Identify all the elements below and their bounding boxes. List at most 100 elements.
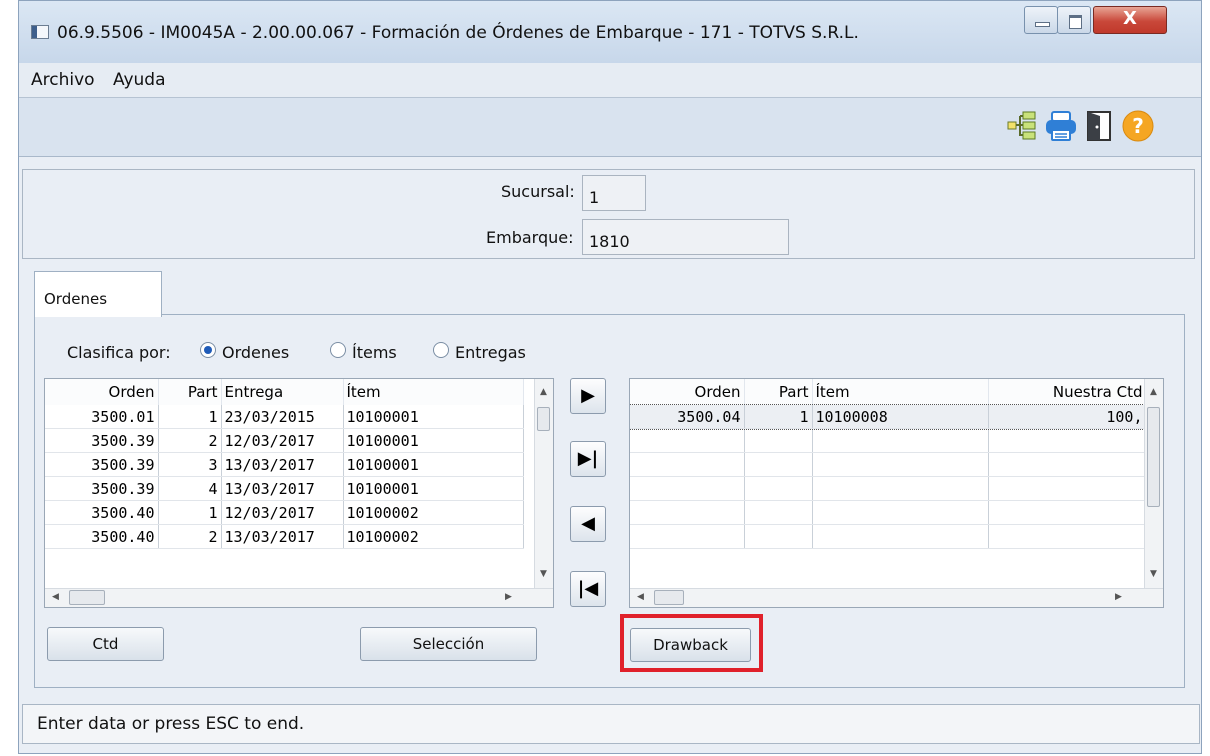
close-icon: X xyxy=(1123,8,1137,29)
scroll-down-icon[interactable]: ▼ xyxy=(540,569,547,579)
cell-part: 1 xyxy=(158,405,222,429)
scroll-left-icon[interactable]: ◀ xyxy=(52,592,59,602)
table-row[interactable]: 3500.39 2 12/03/2017 10100001 xyxy=(45,428,524,453)
cell-item: 10100008 xyxy=(812,405,989,429)
table-row[interactable]: 3500.39 3 13/03/2017 10100001 xyxy=(45,452,524,477)
tree-structure-icon[interactable] xyxy=(1005,109,1039,143)
col-item[interactable]: Ítem xyxy=(812,379,989,405)
scroll-up-icon[interactable]: ▲ xyxy=(1150,387,1157,397)
menu-archivo[interactable]: Archivo xyxy=(31,70,95,90)
scroll-thumb[interactable] xyxy=(69,590,105,605)
col-entrega[interactable]: Entrega xyxy=(221,379,344,405)
table-row[interactable] xyxy=(630,452,1147,477)
tab-ordenes[interactable]: Ordenes xyxy=(34,271,162,317)
table-row[interactable]: 3500.40 2 13/03/2017 10100002 xyxy=(45,524,524,549)
selected-header-row: Orden Part Ítem Nuestra Ctd xyxy=(630,379,1147,405)
title-bar: 06.9.5506 - IM0045A - 2.00.00.067 - Form… xyxy=(19,1,1201,63)
cell-item: 10100001 xyxy=(343,476,524,501)
orders-table: Orden Part Entrega Ítem 3500.01 1 23/03/20… xyxy=(45,379,524,549)
cell-part: 2 xyxy=(158,524,222,549)
col-orden[interactable]: Orden xyxy=(45,379,159,405)
radio-entregas-label[interactable]: Entregas xyxy=(455,343,526,362)
table-row[interactable] xyxy=(630,500,1147,525)
table-row[interactable] xyxy=(630,476,1147,501)
cell-entrega: 12/03/2017 xyxy=(221,500,344,525)
orders-grid[interactable]: Orden Part Entrega Ítem 3500.01 1 23/03/20… xyxy=(44,378,554,608)
embarque-field[interactable]: 1810 xyxy=(582,219,789,255)
menu-bar: Archivo Ayuda xyxy=(19,63,1201,98)
help-icon[interactable]: ? xyxy=(1121,109,1155,143)
cell-part: 2 xyxy=(158,428,222,453)
cell-orden: 3500.04 xyxy=(630,405,745,429)
radio-items-label[interactable]: Ítems xyxy=(352,343,397,362)
move-all-left-button[interactable]: |◀ xyxy=(570,571,606,607)
cell-orden: 3500.39 xyxy=(45,428,159,453)
scroll-left-icon[interactable]: ◀ xyxy=(637,592,644,602)
cell-orden: 3500.39 xyxy=(45,476,159,501)
cell-orden: 3500.40 xyxy=(45,500,159,525)
col-orden[interactable]: Orden xyxy=(630,379,745,405)
maximize-icon xyxy=(1069,15,1082,29)
close-button[interactable]: X xyxy=(1093,6,1167,34)
status-bar: Enter data or press ESC to end. xyxy=(22,704,1200,744)
selected-table: Orden Part Ítem Nuestra Ctd 3500.04 1 1010… xyxy=(630,379,1147,549)
cell-nuestra-ctd: 100, xyxy=(988,405,1147,429)
scroll-thumb[interactable] xyxy=(1147,407,1160,507)
radio-ordenes-label[interactable]: Ordenes xyxy=(222,343,289,362)
menu-ayuda[interactable]: Ayuda xyxy=(113,70,166,90)
minimize-button[interactable] xyxy=(1024,6,1058,34)
scroll-right-icon[interactable]: ▶ xyxy=(1115,592,1122,602)
embarque-label: Embarque: xyxy=(486,228,574,247)
seleccion-button[interactable]: Selección xyxy=(360,627,537,661)
selected-grid[interactable]: Orden Part Ítem Nuestra Ctd 3500.04 1 1010… xyxy=(629,378,1164,608)
scroll-thumb[interactable] xyxy=(537,407,550,431)
cell-entrega: 13/03/2017 xyxy=(221,452,344,477)
col-item[interactable]: Ítem xyxy=(343,379,524,405)
scroll-right-icon[interactable]: ▶ xyxy=(505,592,512,602)
scroll-up-icon[interactable]: ▲ xyxy=(540,387,547,397)
sucursal-field[interactable]: 1 xyxy=(582,175,646,211)
move-right-button[interactable]: ▶ xyxy=(570,378,606,414)
main-window: 06.9.5506 - IM0045A - 2.00.00.067 - Form… xyxy=(18,0,1202,754)
table-row[interactable]: 3500.40 1 12/03/2017 10100002 xyxy=(45,500,524,525)
cell-entrega: 12/03/2017 xyxy=(221,428,344,453)
col-part[interactable]: Part xyxy=(158,379,222,405)
print-icon[interactable] xyxy=(1044,109,1078,143)
cell-orden: 3500.01 xyxy=(45,405,159,429)
orders-header-row: Orden Part Entrega Ítem xyxy=(45,379,524,405)
table-row[interactable]: 3500.04 1 10100008 100, xyxy=(630,404,1147,430)
selected-horizontal-scrollbar[interactable]: ◀ ▶ xyxy=(630,588,1163,607)
cell-entrega: 13/03/2017 xyxy=(221,524,344,549)
cell-part: 1 xyxy=(744,405,813,429)
exit-door-icon[interactable] xyxy=(1082,109,1116,143)
minimize-icon xyxy=(1035,22,1050,27)
maximize-button[interactable] xyxy=(1057,6,1091,34)
orders-vertical-scrollbar[interactable]: ▲ ▼ xyxy=(534,379,553,589)
move-all-right-button[interactable]: ▶| xyxy=(570,441,606,477)
scroll-down-icon[interactable]: ▼ xyxy=(1150,569,1157,579)
col-part[interactable]: Part xyxy=(744,379,813,405)
cell-item: 10100001 xyxy=(343,452,524,477)
radio-ordenes[interactable] xyxy=(200,342,216,358)
cell-orden: 3500.39 xyxy=(45,452,159,477)
scroll-thumb[interactable] xyxy=(654,590,684,605)
drawback-highlight-box xyxy=(620,614,763,672)
cell-item: 10100002 xyxy=(343,524,524,549)
cell-part: 4 xyxy=(158,476,222,501)
radio-items[interactable] xyxy=(330,342,346,358)
selected-vertical-scrollbar[interactable]: ▲ ▼ xyxy=(1144,379,1163,589)
table-row[interactable]: 3500.01 1 23/03/2015 10100001 xyxy=(45,405,524,429)
cell-orden: 3500.40 xyxy=(45,524,159,549)
table-row[interactable] xyxy=(630,428,1147,453)
move-left-button[interactable]: ◀ xyxy=(570,506,606,542)
status-text: Enter data or press ESC to end. xyxy=(37,714,305,734)
toolbar: ? xyxy=(19,98,1201,157)
ctd-button[interactable]: Ctd xyxy=(47,627,164,661)
table-row[interactable] xyxy=(630,524,1147,549)
col-nuestra-ctd[interactable]: Nuestra Ctd xyxy=(988,379,1147,405)
radio-entregas[interactable] xyxy=(433,342,449,358)
table-row[interactable]: 3500.39 4 13/03/2017 10100001 xyxy=(45,476,524,501)
cell-item: 10100001 xyxy=(343,428,524,453)
window-title: 06.9.5506 - IM0045A - 2.00.00.067 - Form… xyxy=(57,23,859,43)
orders-horizontal-scrollbar[interactable]: ◀ ▶ xyxy=(45,588,553,607)
